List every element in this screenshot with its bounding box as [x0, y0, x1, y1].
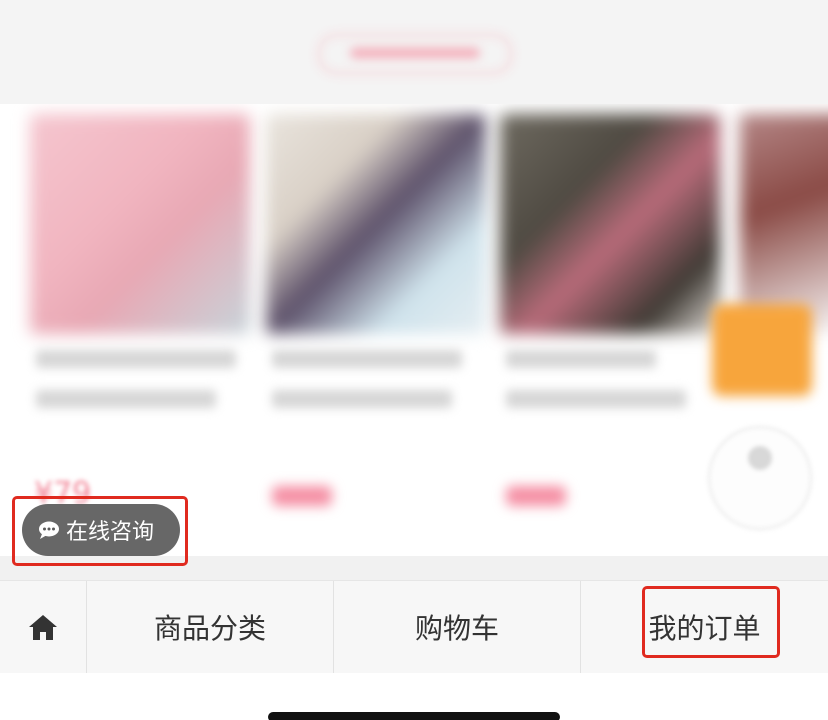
- product-card[interactable]: [266, 104, 486, 544]
- product-title-line: [506, 390, 686, 408]
- product-title-line: [36, 350, 236, 368]
- app-screen: ¥79 在线咨询 商品分类 购物车 我的订单: [0, 0, 828, 720]
- highlight-box: [12, 496, 188, 566]
- product-title-line: [506, 350, 656, 368]
- product-price: [506, 486, 566, 506]
- product-title-line: [272, 350, 462, 368]
- product-price: [272, 486, 332, 506]
- product-card[interactable]: [500, 104, 720, 544]
- blurred-banner-button[interactable]: [318, 34, 512, 74]
- product-image: [266, 114, 486, 334]
- floating-action-button[interactable]: [708, 426, 812, 530]
- home-indicator-bar: [268, 712, 560, 720]
- product-title-line: [36, 390, 216, 408]
- highlight-box: [642, 586, 780, 658]
- product-image: [500, 114, 720, 334]
- product-image[interactable]: [740, 114, 828, 334]
- product-carousel: ¥79: [0, 104, 828, 556]
- product-title-line: [272, 390, 452, 408]
- nav-category-button[interactable]: 商品分类: [87, 581, 333, 673]
- product-image: [30, 114, 250, 334]
- top-header: [0, 0, 828, 104]
- nav-home-button[interactable]: [0, 581, 86, 673]
- promo-badge[interactable]: [712, 304, 812, 396]
- nav-cart-button[interactable]: 购物车: [334, 581, 580, 673]
- home-icon: [29, 615, 57, 640]
